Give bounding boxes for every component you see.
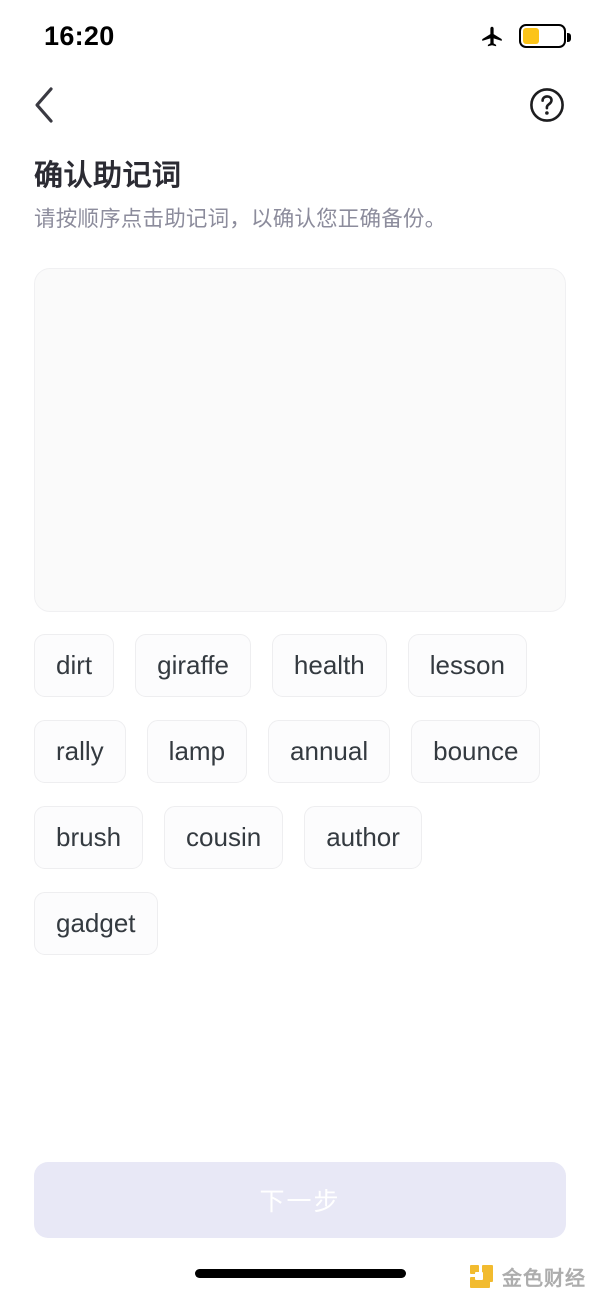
word-chip[interactable]: lamp bbox=[146, 720, 248, 784]
word-chip[interactable]: author bbox=[304, 806, 422, 870]
word-chip[interactable]: lesson bbox=[407, 634, 527, 698]
word-chip[interactable]: rally bbox=[34, 720, 126, 784]
status-bar-indicators bbox=[479, 23, 571, 49]
selected-words-area[interactable] bbox=[34, 268, 566, 613]
navigation-bar bbox=[0, 72, 600, 138]
word-chip[interactable]: dirt bbox=[34, 634, 115, 698]
bottom-bar: 金色财经 bbox=[0, 1238, 600, 1299]
word-chip[interactable]: health bbox=[271, 634, 387, 698]
page-title: 确认助记词 bbox=[34, 160, 182, 192]
word-chip[interactable]: giraffe bbox=[135, 634, 251, 698]
app-screen: 16:20 确认助记词 请按顺序点击助记词，以确认您正确备份。 dirt gir… bbox=[0, 0, 600, 1299]
chevron-left-icon bbox=[35, 87, 53, 123]
flex-spacer bbox=[0, 955, 600, 1162]
next-button[interactable]: 下一步 bbox=[34, 1162, 566, 1238]
jinse-finance-logo-icon bbox=[470, 1264, 493, 1288]
airplane-mode-icon bbox=[482, 26, 502, 47]
watermark: 金色财经 bbox=[469, 1262, 586, 1291]
word-chip[interactable]: gadget bbox=[34, 892, 158, 956]
page-header: 确认助记词 请按顺序点击助记词，以确认您正确备份。 bbox=[0, 138, 600, 234]
back-button[interactable] bbox=[22, 83, 66, 127]
help-button[interactable] bbox=[528, 86, 566, 124]
word-chip[interactable]: cousin bbox=[164, 806, 284, 870]
home-indicator[interactable] bbox=[194, 1269, 406, 1278]
word-chip[interactable]: brush bbox=[34, 806, 144, 870]
battery-fill-level bbox=[523, 28, 539, 44]
word-chip[interactable]: annual bbox=[268, 720, 391, 784]
battery-icon bbox=[519, 24, 571, 48]
status-bar-time: 16:20 bbox=[44, 20, 115, 51]
status-bar: 16:20 bbox=[0, 0, 600, 72]
watermark-text: 金色财经 bbox=[502, 1268, 586, 1290]
question-mark-circle-icon bbox=[530, 88, 564, 122]
word-chip[interactable]: bounce bbox=[411, 720, 541, 784]
word-pool: dirt giraffe health lesson rally lamp annual bo… bbox=[34, 634, 566, 956]
page-subtitle: 请按顺序点击助记词，以确认您正确备份。 bbox=[34, 207, 447, 232]
